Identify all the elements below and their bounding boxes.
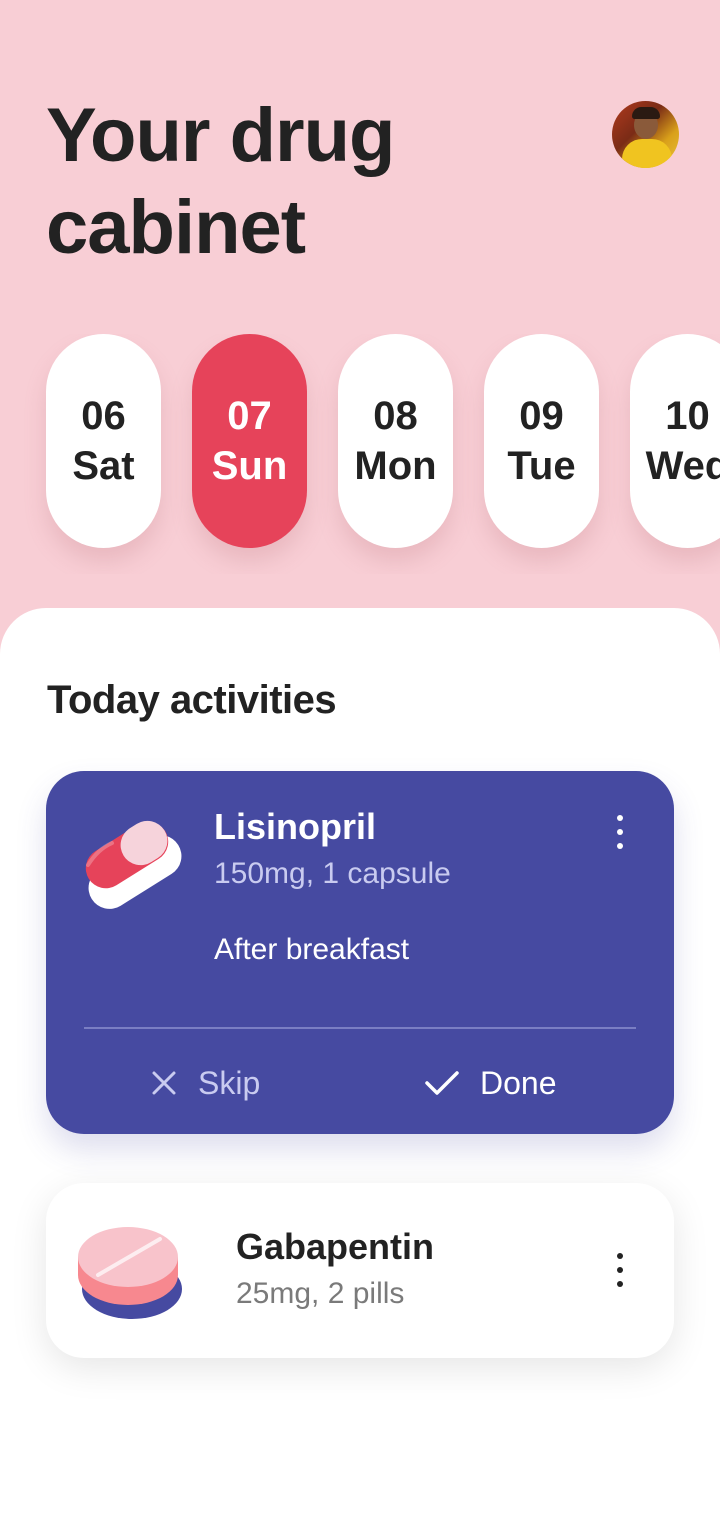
medication-note: After breakfast xyxy=(214,933,410,966)
date-number: 09 xyxy=(519,394,564,438)
date-weekday: Sat xyxy=(72,444,135,488)
medication-name: Lisinopril xyxy=(214,806,376,847)
page-title: Your drug cabinet xyxy=(46,93,395,270)
card-divider xyxy=(84,1027,636,1029)
date-pill-06[interactable]: 06 Sat xyxy=(46,334,161,548)
medication-card-gabapentin[interactable]: Gabapentin 25mg, 2 pills xyxy=(46,1183,674,1358)
date-number: 06 xyxy=(81,394,126,438)
avatar-photo-hair xyxy=(632,107,660,119)
date-weekday: Wed xyxy=(645,444,720,488)
date-pill-08[interactable]: 08 Mon xyxy=(338,334,453,548)
medication-dosage: 25mg, 2 pills xyxy=(236,1277,405,1310)
check-icon xyxy=(425,1071,459,1095)
date-number: 07 xyxy=(227,394,272,438)
more-vertical-icon[interactable] xyxy=(605,807,635,857)
date-pill-10[interactable]: 10 Wed xyxy=(630,334,720,548)
date-number: 08 xyxy=(373,394,418,438)
date-pill-09[interactable]: 09 Tue xyxy=(484,334,599,548)
pill-tablet-icon xyxy=(78,1227,182,1319)
close-icon xyxy=(152,1071,176,1095)
medication-dosage: 150mg, 1 capsule xyxy=(214,857,451,890)
skip-label: Skip xyxy=(198,1065,261,1101)
section-title: Today activities xyxy=(47,678,337,722)
date-weekday: Tue xyxy=(507,444,576,488)
date-weekday: Mon xyxy=(354,444,437,488)
date-weekday: Sun xyxy=(211,444,288,488)
done-label: Done xyxy=(480,1065,557,1101)
capsule-icon xyxy=(85,820,182,909)
medication-card-lisinopril[interactable]: Lisinopril 150mg, 1 capsule After breakf… xyxy=(46,771,674,1134)
avatar-photo-shirt xyxy=(622,139,672,168)
date-pill-07-selected[interactable]: 07 Sun xyxy=(192,334,307,548)
date-number: 10 xyxy=(665,394,710,438)
date-selector: 06 Sat 07 Sun 08 Mon 09 Tue 10 Wed xyxy=(0,334,720,574)
done-button[interactable]: Done xyxy=(424,1059,557,1107)
skip-button[interactable]: Skip xyxy=(150,1059,260,1107)
more-vertical-icon[interactable] xyxy=(605,1245,635,1295)
user-avatar[interactable] xyxy=(612,101,679,168)
medication-name: Gabapentin xyxy=(236,1226,435,1267)
app-screen: Your drug cabinet 06 Sat 07 Sun 08 Mon 0… xyxy=(0,0,720,1520)
